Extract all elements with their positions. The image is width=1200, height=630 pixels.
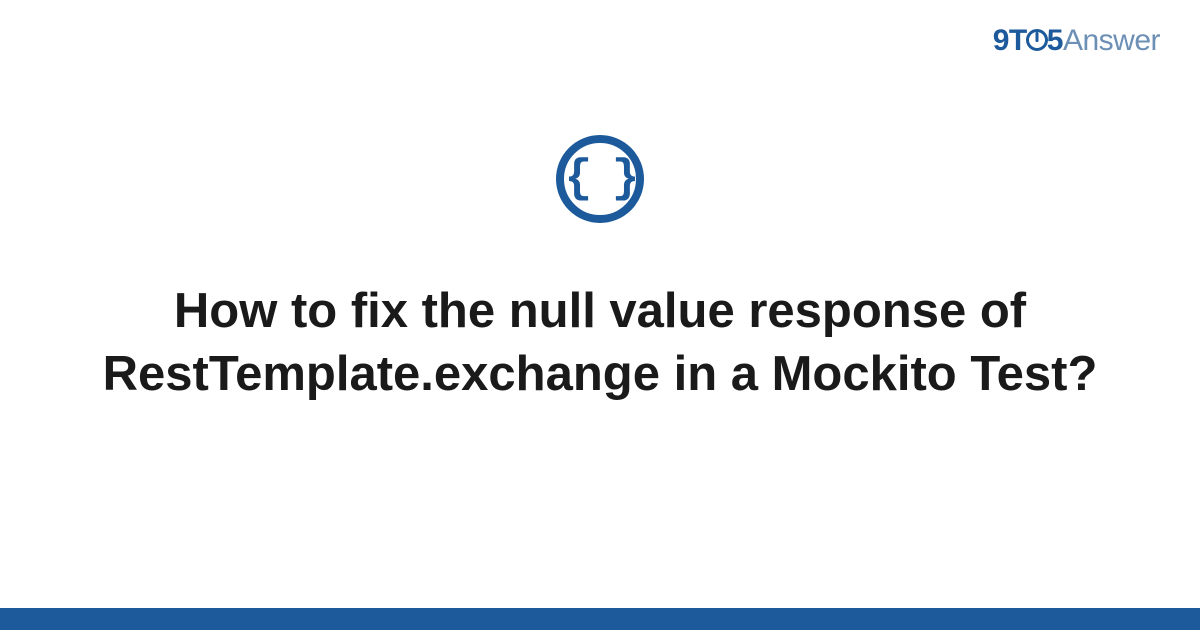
clock-icon xyxy=(1026,29,1048,51)
braces-icon: { } xyxy=(565,156,636,202)
logo-text-answer: Answer xyxy=(1063,24,1160,57)
logo-text-5: 5 xyxy=(1047,24,1063,57)
question-title: How to fix the null value response of Re… xyxy=(70,280,1130,405)
footer-bar xyxy=(0,608,1200,630)
site-logo: 9T 5Answer xyxy=(993,24,1160,58)
logo-text-9t: 9T xyxy=(993,24,1027,57)
category-icon: { } xyxy=(556,135,644,223)
